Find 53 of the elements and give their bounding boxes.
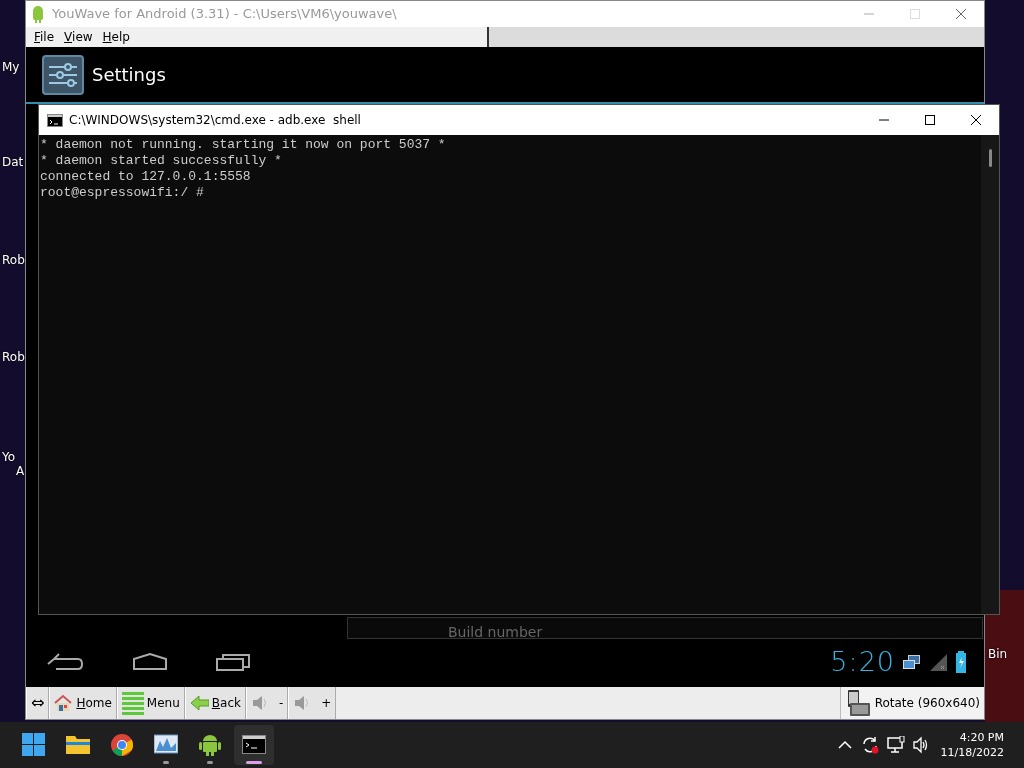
menu-item[interactable]: Help — [98, 27, 134, 47]
resize-button[interactable]: ⇔ — [26, 687, 50, 719]
close-icon — [956, 9, 966, 19]
desktop-icon-label[interactable]: Dat — [2, 155, 24, 169]
windows-logo-icon — [22, 733, 46, 757]
window-title: C:\WINDOWS\system32\cmd.exe - adb.exe shell — [69, 112, 361, 129]
volume-button[interactable]: + — [288, 687, 337, 719]
status-clock: 5:20 — [830, 644, 895, 679]
maximize-icon — [925, 115, 935, 125]
console-line: * daemon started successfully * — [40, 153, 283, 169]
recents-button[interactable] — [216, 652, 250, 672]
taskbar-clock[interactable]: 4:20 PM 11/18/2022 — [936, 730, 1008, 760]
battery-icon — [956, 651, 966, 673]
folder-icon — [66, 733, 90, 757]
desktop-icon-label[interactable]: Rob — [2, 350, 25, 364]
chart-window-icon — [154, 733, 178, 757]
network-icon — [903, 654, 921, 670]
chrome-icon — [110, 733, 134, 757]
android-icon — [30, 5, 46, 23]
desktop-icon-label[interactable]: A — [16, 464, 25, 478]
volume-button[interactable] — [912, 736, 929, 754]
app-title: Settings — [92, 63, 166, 87]
taskbar-app[interactable] — [234, 725, 274, 765]
window-title: YouWave for Android (3.31) - C:\Users\VM6\youwave\ — [52, 5, 397, 24]
android-icon — [198, 733, 222, 757]
desktop-icon-label[interactable]: Rob — [2, 253, 25, 267]
volume-button[interactable]: - — [245, 687, 289, 719]
maximize-icon — [910, 9, 920, 19]
desktop-icon-label[interactable]: Bin — [988, 647, 1008, 661]
back-button[interactable]: Back — [184, 687, 246, 719]
desktop-icon-label[interactable]: My — [2, 60, 20, 74]
menu-button[interactable]: Menu — [116, 687, 185, 719]
terminal-icon — [47, 113, 63, 127]
close-icon — [971, 115, 981, 125]
home-button[interactable] — [132, 652, 168, 672]
signal-icon — [929, 653, 948, 671]
console-line: connected to 127.0.0.1:5558 — [40, 169, 252, 185]
desktop-icon-label[interactable]: Yo — [2, 450, 16, 464]
menu-icon — [121, 691, 144, 715]
rotate-button[interactable]: Rotate (960x640) — [839, 687, 984, 719]
settings-item[interactable]: Build number — [347, 617, 983, 639]
terminal-icon — [242, 733, 266, 757]
sync-button[interactable] — [860, 736, 879, 754]
house-icon — [54, 694, 74, 712]
scrollbar-thumb[interactable] — [988, 149, 992, 167]
console-line: * daemon not running. starting it now on port 5037 * — [40, 137, 447, 153]
network-button[interactable] — [886, 736, 905, 754]
arrow-icon — [189, 694, 209, 712]
home-button[interactable]: Home — [49, 687, 117, 719]
settings-icon — [42, 54, 84, 95]
menu-item[interactable]: File — [30, 27, 59, 47]
menu-item[interactable]: View — [60, 27, 97, 47]
console-line: root@espressowifi:/ # — [40, 185, 205, 201]
